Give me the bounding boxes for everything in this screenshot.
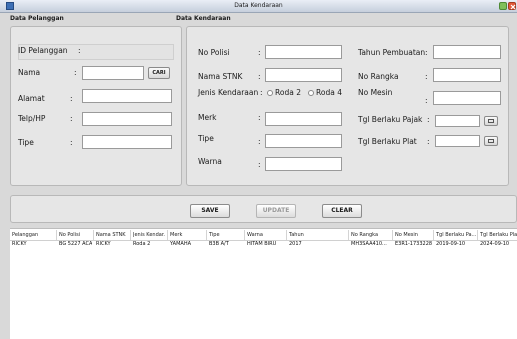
colon: : <box>78 46 81 55</box>
column-header[interactable]: Tgl Berlaku Pa... <box>436 232 476 239</box>
table-cell[interactable]: 2017 <box>289 241 325 248</box>
maximize-icon[interactable] <box>499 2 507 10</box>
window-title: Data Kendaraan <box>234 2 283 9</box>
nama-stnk-field[interactable] <box>265 68 342 82</box>
column-header[interactable]: Merk <box>170 232 202 239</box>
column-header[interactable]: Tgl Berlaku Plat <box>480 232 517 239</box>
colon: : <box>425 96 428 105</box>
column-separator <box>130 230 131 240</box>
colon: : <box>70 114 73 123</box>
no-polisi-field[interactable] <box>265 45 342 59</box>
tahun-pembuatan-label: Tahun Pembuatan <box>358 48 426 57</box>
nama-field[interactable] <box>82 66 144 80</box>
column-header[interactable]: No Polisi <box>59 232 91 239</box>
table-cell[interactable]: 2024-09-10 <box>480 241 517 248</box>
calendar-plat-icon[interactable] <box>484 136 498 146</box>
no-polisi-label: No Polisi <box>198 48 230 57</box>
column-separator <box>93 230 94 240</box>
column-separator <box>392 230 393 240</box>
kendaraan-section-title: Data Kendaraan <box>176 15 231 22</box>
calendar-pajak-icon[interactable] <box>484 116 498 126</box>
column-header[interactable]: Tahun <box>289 232 325 239</box>
warna-label: Warna <box>198 157 222 166</box>
clear-button[interactable]: CLEAR <box>322 204 362 218</box>
table-cell[interactable]: RICKY <box>12 241 56 248</box>
column-header[interactable]: Jenis Kendar... <box>133 232 165 239</box>
tipe-kendaraan-field[interactable] <box>265 134 342 148</box>
table-cell[interactable]: HITAM BIRU <box>247 241 285 248</box>
column-separator <box>244 230 245 240</box>
no-mesin-field[interactable] <box>433 91 501 105</box>
tipe-kendaraan-label: Tipe <box>198 134 214 143</box>
column-header[interactable]: Nama STNK <box>96 232 128 239</box>
colon: : <box>258 72 261 81</box>
tgl-berlaku-pajak-label: Tgl Berlaku Pajak <box>358 115 423 124</box>
close-icon[interactable] <box>508 2 516 10</box>
colon: : <box>427 137 430 146</box>
roda4-radio[interactable] <box>308 90 314 96</box>
colon: : <box>74 68 77 77</box>
roda4-label[interactable]: Roda 4 <box>316 88 342 98</box>
column-separator <box>286 230 287 240</box>
column-header[interactable]: No Mesin <box>395 232 431 239</box>
column-separator <box>206 230 207 240</box>
table-cell[interactable]: E3R1-1733228 <box>395 241 433 248</box>
column-separator <box>167 230 168 240</box>
nama-label: Nama <box>18 68 41 77</box>
column-header[interactable]: Pelanggan <box>12 232 56 239</box>
merk-label: Merk <box>198 113 217 122</box>
tgl-berlaku-pajak-field[interactable] <box>435 115 480 127</box>
nama-stnk-label: Nama STNK <box>198 72 243 81</box>
tahun-pembuatan-field[interactable] <box>433 45 501 59</box>
table-cell[interactable]: BG 5227 ACA <box>59 241 92 248</box>
tipe-pelanggan-label: Tipe <box>18 138 34 147</box>
merk-field[interactable] <box>265 112 342 126</box>
roda2-radio[interactable] <box>267 90 273 96</box>
colon: : <box>425 48 428 57</box>
tgl-berlaku-plat-field[interactable] <box>435 135 480 147</box>
column-separator <box>56 230 57 240</box>
alamat-label: Alamat <box>18 94 45 103</box>
jenis-kendaraan-label: Jenis Kendaraan <box>198 88 259 97</box>
table-cell[interactable]: MH3SAA410... <box>351 241 391 248</box>
colon: : <box>427 115 430 124</box>
column-separator <box>348 230 349 240</box>
column-separator <box>477 230 478 240</box>
pelanggan-section-title: Data Pelanggan <box>10 15 64 22</box>
no-rangka-label: No Rangka <box>358 72 399 81</box>
tgl-berlaku-plat-label: Tgl Berlaku Plat <box>358 137 417 146</box>
title-bar: Data Kendaraan <box>0 0 517 13</box>
table-cell[interactable]: YAMAHA <box>170 241 205 248</box>
telp-field[interactable] <box>82 112 172 126</box>
tipe-pelanggan-field[interactable] <box>82 135 172 149</box>
update-button: UPDATE <box>256 204 296 218</box>
alamat-field[interactable] <box>82 89 172 103</box>
save-button[interactable]: SAVE <box>190 204 230 218</box>
colon: : <box>258 137 261 146</box>
column-header[interactable]: Tipe <box>209 232 241 239</box>
column-separator <box>433 230 434 240</box>
no-rangka-field[interactable] <box>433 68 501 82</box>
table-cell[interactable]: RICKY <box>96 241 129 248</box>
cari-button[interactable]: CARI <box>148 67 170 79</box>
colon: : <box>260 88 263 97</box>
id-pelanggan-label: ID Pelanggan <box>18 46 68 55</box>
colon: : <box>70 138 73 147</box>
colon: : <box>258 160 261 169</box>
column-header[interactable]: Warna <box>247 232 283 239</box>
colon: : <box>258 48 261 57</box>
no-mesin-label: No Mesin <box>358 88 393 97</box>
colon: : <box>258 113 261 122</box>
table-cell[interactable]: 2019-09-10 <box>436 241 476 248</box>
telp-label: Telp/HP <box>18 114 46 123</box>
colon: : <box>70 94 73 103</box>
colon: : <box>425 72 428 81</box>
roda2-label[interactable]: Roda 2 <box>275 88 301 98</box>
table-cell[interactable]: B3B A/T <box>209 241 243 248</box>
data-table[interactable]: Pelanggan No Polisi Nama STNK Jenis Kend… <box>10 228 517 339</box>
column-header[interactable]: No Rangka <box>351 232 391 239</box>
table-cell[interactable]: Roda 2 <box>133 241 166 248</box>
warna-field[interactable] <box>265 157 342 171</box>
